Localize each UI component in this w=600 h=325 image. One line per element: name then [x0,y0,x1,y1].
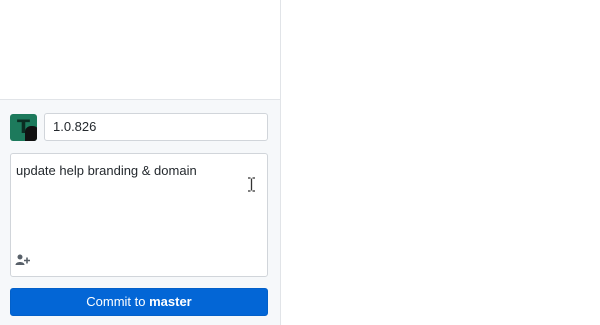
user-avatar[interactable]: T [10,114,37,141]
commit-summary-value: 1.0.826 [53,119,97,134]
commit-message-area: T 1.0.826 update help branding & domain … [0,100,280,325]
commit-button-prefix: Commit to [86,294,150,309]
text-cursor-icon [248,177,255,192]
changes-list-area [0,0,280,100]
avatar-figure [25,126,37,141]
commit-description-value: update help branding & domain [16,163,197,178]
commit-summary-input[interactable]: 1.0.826 [44,113,268,141]
commit-description-field[interactable]: update help branding & domain [10,153,268,277]
left-panel: T 1.0.826 update help branding & domain … [0,0,281,325]
diff-view-panel [282,0,600,325]
commit-button-branch: master [149,294,192,309]
commit-button[interactable]: Commit to master [10,288,268,316]
add-coauthor-icon[interactable] [15,254,31,266]
